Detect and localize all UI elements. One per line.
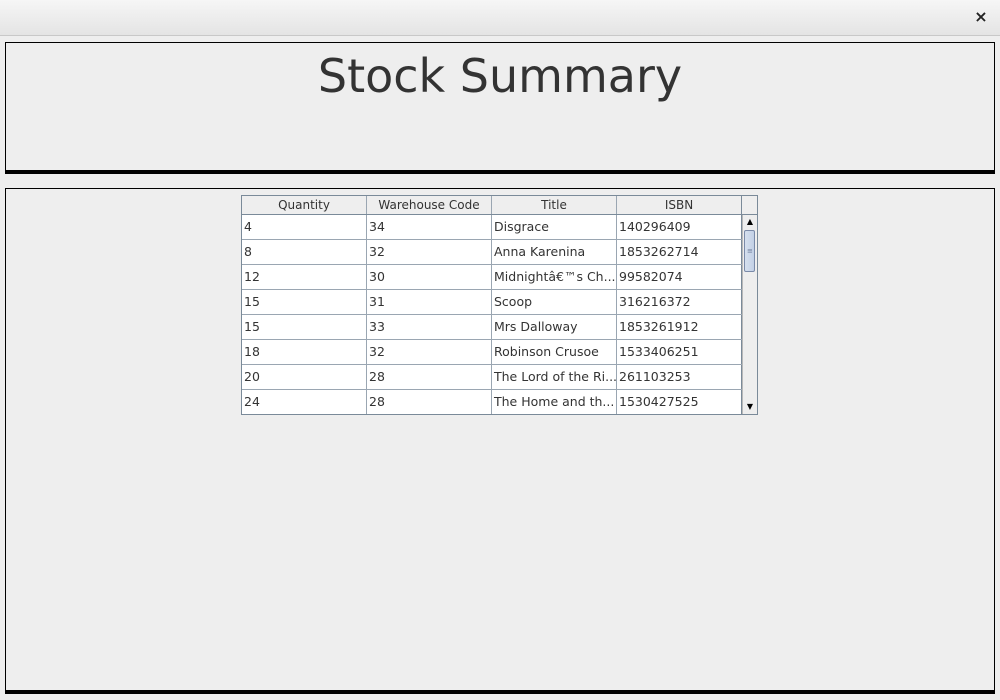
- cell-isbn[interactable]: 316216372: [617, 290, 742, 314]
- column-header-title[interactable]: Title: [492, 196, 617, 214]
- cell-warehouse-code[interactable]: 33: [367, 315, 492, 339]
- cell-quantity[interactable]: 24: [242, 390, 367, 414]
- column-header-quantity[interactable]: Quantity: [242, 196, 367, 214]
- table-row[interactable]: 15 31 Scoop 316216372: [242, 290, 742, 315]
- window-titlebar: ×: [0, 0, 1000, 36]
- cell-quantity[interactable]: 12: [242, 265, 367, 289]
- scrollbar-thumb[interactable]: ≡: [744, 230, 755, 272]
- table-row[interactable]: 15 33 Mrs Dalloway 1853261912: [242, 315, 742, 340]
- cell-title[interactable]: Mrs Dalloway: [492, 315, 617, 339]
- cell-quantity[interactable]: 4: [242, 215, 367, 239]
- grip-icon: ≡: [747, 247, 753, 255]
- table-body: 4 34 Disgrace 140296409 8 32 Anna Kareni…: [242, 215, 742, 414]
- cell-warehouse-code[interactable]: 30: [367, 265, 492, 289]
- cell-isbn[interactable]: 1853262714: [617, 240, 742, 264]
- vertical-scrollbar[interactable]: ▲ ≡ ▼: [742, 215, 757, 414]
- cell-warehouse-code[interactable]: 34: [367, 215, 492, 239]
- cell-isbn[interactable]: 1533406251: [617, 340, 742, 364]
- cell-isbn[interactable]: 99582074: [617, 265, 742, 289]
- cell-warehouse-code[interactable]: 28: [367, 390, 492, 414]
- column-header-warehouse-code[interactable]: Warehouse Code: [367, 196, 492, 214]
- table-row[interactable]: 24 28 The Home and th... 1530427525: [242, 390, 742, 414]
- cell-quantity[interactable]: 18: [242, 340, 367, 364]
- table-row[interactable]: 4 34 Disgrace 140296409: [242, 215, 742, 240]
- table-row[interactable]: 12 30 Midnightâ€™s Ch... 99582074: [242, 265, 742, 290]
- cell-quantity[interactable]: 15: [242, 290, 367, 314]
- cell-quantity[interactable]: 15: [242, 315, 367, 339]
- table-header: Quantity Warehouse Code Title ISBN: [242, 196, 742, 215]
- header-panel: Stock Summary: [5, 42, 995, 174]
- cell-isbn[interactable]: 1530427525: [617, 390, 742, 414]
- cell-isbn[interactable]: 1853261912: [617, 315, 742, 339]
- cell-isbn[interactable]: 140296409: [617, 215, 742, 239]
- cell-title[interactable]: Scoop: [492, 290, 617, 314]
- cell-isbn[interactable]: 261103253: [617, 365, 742, 389]
- cell-quantity[interactable]: 8: [242, 240, 367, 264]
- cell-title[interactable]: The Home and th...: [492, 390, 617, 414]
- main-panel: Quantity Warehouse Code Title ISBN 4 34 …: [5, 188, 995, 694]
- cell-warehouse-code[interactable]: 32: [367, 340, 492, 364]
- close-icon[interactable]: ×: [972, 8, 990, 26]
- cell-title[interactable]: Disgrace: [492, 215, 617, 239]
- scroll-up-arrow-icon[interactable]: ▲: [743, 215, 757, 229]
- cell-title[interactable]: Midnightâ€™s Ch...: [492, 265, 617, 289]
- cell-title[interactable]: Robinson Crusoe: [492, 340, 617, 364]
- table-row[interactable]: 20 28 The Lord of the Ri... 261103253: [242, 365, 742, 390]
- column-header-isbn[interactable]: ISBN: [617, 196, 742, 214]
- scroll-down-arrow-icon[interactable]: ▼: [743, 400, 757, 414]
- cell-warehouse-code[interactable]: 32: [367, 240, 492, 264]
- cell-warehouse-code[interactable]: 31: [367, 290, 492, 314]
- cell-quantity[interactable]: 20: [242, 365, 367, 389]
- table-row[interactable]: 8 32 Anna Karenina 1853262714: [242, 240, 742, 265]
- page-title: Stock Summary: [317, 49, 683, 103]
- cell-title[interactable]: Anna Karenina: [492, 240, 617, 264]
- table-row[interactable]: 18 32 Robinson Crusoe 1533406251: [242, 340, 742, 365]
- cell-warehouse-code[interactable]: 28: [367, 365, 492, 389]
- cell-title[interactable]: The Lord of the Ri...: [492, 365, 617, 389]
- stock-table: Quantity Warehouse Code Title ISBN 4 34 …: [241, 195, 758, 415]
- table-header-corner: [742, 196, 757, 215]
